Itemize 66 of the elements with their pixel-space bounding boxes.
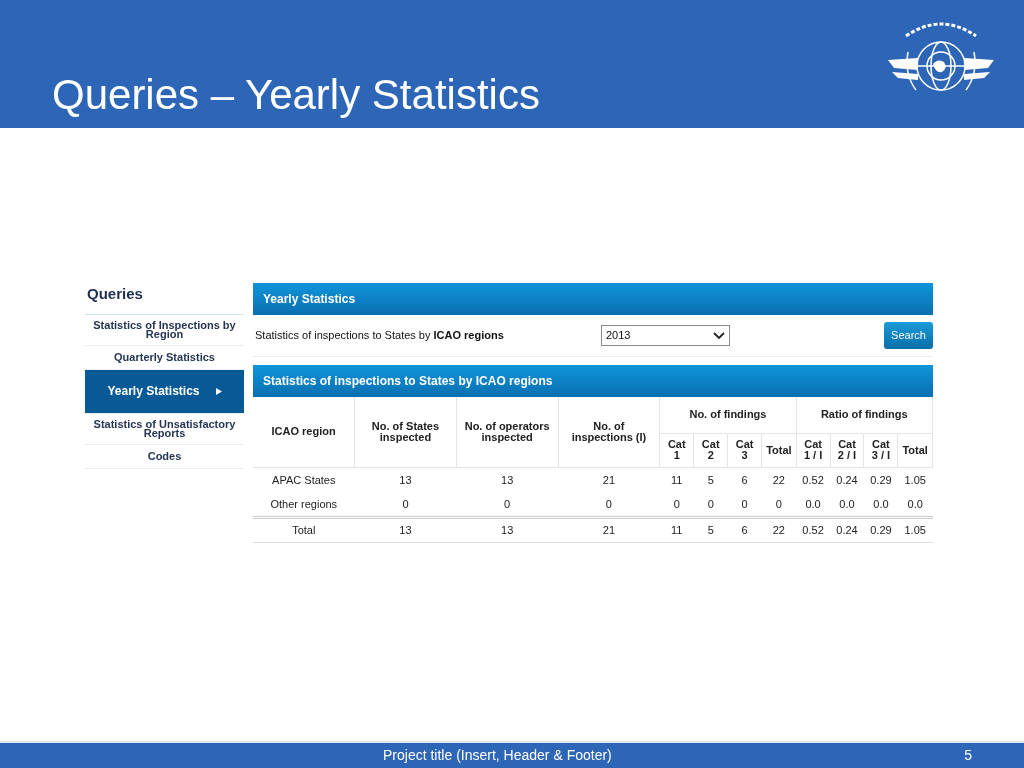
- filter-label: Statistics of inspections to States by ICAO regions: [255, 328, 505, 344]
- column-header: Cat 2 / I: [830, 433, 864, 467]
- column-header: Cat 1 / I: [796, 433, 831, 467]
- table-cell: 0: [456, 492, 559, 517]
- table-cell: 0.24: [830, 517, 864, 542]
- table-cell: 0.0: [796, 492, 831, 517]
- table-cell: 21: [558, 467, 660, 492]
- slide-title: Queries – Yearly Statistics: [52, 69, 540, 120]
- table-cell: 0.29: [863, 467, 898, 492]
- page-number: 5: [964, 746, 972, 765]
- table-cell: 6: [727, 517, 762, 542]
- table-cell: 0: [558, 492, 660, 517]
- sidebar-item[interactable]: Statistics of Inspections by Region: [85, 314, 244, 346]
- table-cell: 13: [354, 517, 457, 542]
- table-cell: 22: [761, 467, 797, 492]
- column-header: Cat 1: [659, 433, 694, 467]
- table-cell: 13: [456, 517, 559, 542]
- table-cell: 1.05: [897, 467, 933, 492]
- sidebar-item[interactable]: Statistics of Unsatisfactory Reports: [85, 413, 244, 445]
- table-cell: 22: [761, 517, 797, 542]
- column-header: Total: [761, 433, 797, 467]
- sidebar-item[interactable]: Quarterly Statistics: [85, 345, 244, 370]
- table-cell: 11: [659, 517, 694, 542]
- search-button[interactable]: Search: [884, 322, 933, 349]
- table-cell: 5: [693, 517, 728, 542]
- year-select[interactable]: 2013: [601, 325, 730, 346]
- sidebar-item[interactable]: Codes: [85, 444, 244, 469]
- column-header: Cat 3: [727, 433, 762, 467]
- column-header: Cat 3 / I: [863, 433, 898, 467]
- table-cell: 6: [727, 467, 762, 492]
- table-cell: 11: [659, 467, 694, 492]
- chevron-down-icon: [713, 331, 725, 340]
- column-header: ICAO region: [253, 397, 355, 467]
- column-header: No. of States inspected: [354, 397, 457, 467]
- column-header: Cat 2: [693, 433, 728, 467]
- table-cell: 0.52: [796, 467, 831, 492]
- table-cell: 0: [693, 492, 728, 517]
- table-cell: 0.0: [897, 492, 933, 517]
- table-cell: 0.29: [863, 517, 898, 542]
- column-header: No. of findings: [659, 397, 797, 433]
- panel-header: Yearly Statistics: [253, 283, 933, 315]
- table-cell: 0.0: [830, 492, 864, 517]
- panel-header: Statistics of inspections to States by ICAO regions: [253, 365, 933, 397]
- table-cell: 1.05: [897, 517, 933, 542]
- table-cell: APAC States: [253, 467, 355, 492]
- table-cell: Other regions: [253, 492, 355, 517]
- column-header: No. of inspections (I): [558, 397, 660, 467]
- triangle-right-icon: [215, 387, 222, 395]
- table-cell: 0: [659, 492, 694, 517]
- table-cell: 0: [761, 492, 797, 517]
- column-header: Ratio of findings: [796, 397, 933, 433]
- table-cell: 13: [354, 467, 457, 492]
- table-cell: 0.0: [863, 492, 898, 517]
- column-header: No. of operators inspected: [456, 397, 559, 467]
- table-cell: Total: [253, 517, 355, 542]
- table-cell: 5: [693, 467, 728, 492]
- table-cell: 0: [354, 492, 457, 517]
- table-cell: 13: [456, 467, 559, 492]
- sidebar-item[interactable]: Yearly Statistics: [85, 369, 244, 414]
- table-cell: 0.52: [796, 517, 831, 542]
- table-cell: 0.24: [830, 467, 864, 492]
- table-cell: 0: [727, 492, 762, 517]
- sidebar-title: Queries: [85, 283, 244, 315]
- column-header: Total: [897, 433, 933, 467]
- table-cell: 21: [558, 517, 660, 542]
- footer-text: Project title (Insert, Header & Footer): [383, 746, 612, 765]
